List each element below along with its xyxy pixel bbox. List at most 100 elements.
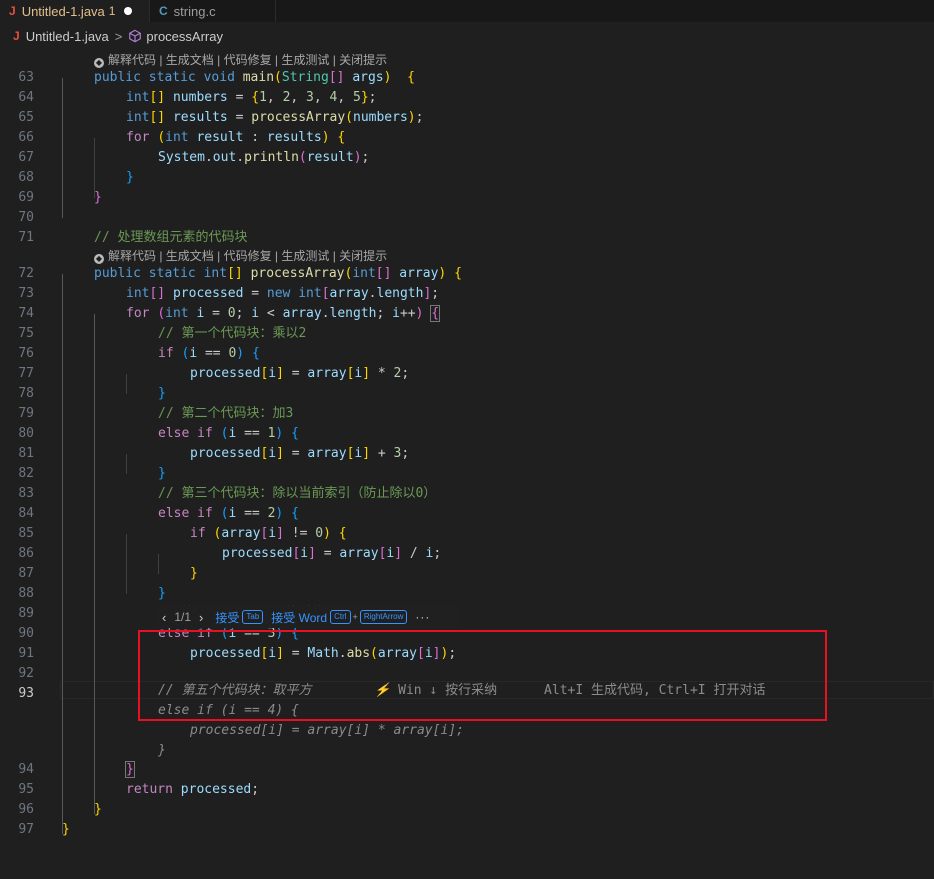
code-line[interactable]: int[] processed = new int[array.length]; xyxy=(126,284,439,304)
code-token: i xyxy=(268,526,277,541)
line-number: 72 xyxy=(18,266,34,281)
code-token: . xyxy=(204,150,213,165)
code-line[interactable]: return processed; xyxy=(126,780,259,800)
code-token: } xyxy=(126,170,134,185)
code-line[interactable]: } xyxy=(158,384,166,404)
code-token: processed xyxy=(165,286,244,301)
code-token: [] xyxy=(227,266,243,281)
code-line[interactable]: } xyxy=(158,584,166,604)
code-token: int xyxy=(126,286,150,301)
code-line[interactable]: } xyxy=(158,464,166,484)
code-line[interactable]: System.out.println(result); xyxy=(158,148,369,168)
codelens-actions[interactable]: 解释代码 | 生成文档 | 代码修复 | 生成测试 | 关闭提示 xyxy=(108,249,387,263)
indent-guide xyxy=(94,314,95,814)
code-line[interactable]: } xyxy=(94,188,102,208)
code-line[interactable]: public static void main(String[] args) { xyxy=(94,68,415,88)
line-number: 69 xyxy=(18,190,34,205)
code-token: } xyxy=(125,761,135,778)
code-token: . xyxy=(321,306,330,321)
code-token: static xyxy=(148,70,204,85)
indent-guide xyxy=(62,78,63,218)
code-token: array xyxy=(329,286,369,301)
codelens-processarray[interactable]: ◆ 解释代码 | 生成文档 | 代码修复 | 生成测试 | 关闭提示 xyxy=(94,248,387,264)
code-token: + xyxy=(370,446,394,461)
code-token: ] xyxy=(308,546,316,561)
code-token: . xyxy=(236,150,245,165)
line-number: 74 xyxy=(18,306,34,321)
code-line[interactable]: } xyxy=(190,564,198,584)
code-token: } xyxy=(94,802,102,817)
code-token: ( xyxy=(345,110,353,125)
code-line[interactable]: int[] numbers = {1, 2, 3, 4, 5}; xyxy=(126,88,377,108)
code-token: ] xyxy=(362,366,371,381)
line-number: 75 xyxy=(18,326,34,341)
chevron-right-icon[interactable]: › xyxy=(195,610,207,625)
code-token: i xyxy=(392,306,400,321)
code-token: for xyxy=(126,130,158,145)
code-token: , xyxy=(266,90,283,105)
more-actions-icon[interactable]: ··· xyxy=(415,610,430,624)
code-token: , xyxy=(313,90,330,105)
code-line[interactable]: } xyxy=(125,760,135,780)
code-line[interactable]: // 第三个代码块：除以当前索引（防止除以0） xyxy=(158,484,436,504)
chevron-left-icon[interactable]: ‹ xyxy=(158,610,170,625)
code-line[interactable]: if (array[i] != 0) { xyxy=(190,524,347,544)
line-number: 85 xyxy=(18,526,34,541)
code-token: [] xyxy=(149,286,166,301)
code-token: * xyxy=(370,366,394,381)
code-line[interactable]: if (i == 0) { xyxy=(158,344,260,364)
code-token: array xyxy=(307,366,347,381)
code-line[interactable]: } xyxy=(94,800,102,820)
code-line[interactable]: processed[i] = array[i] + 3; xyxy=(190,444,409,464)
code-token: } xyxy=(94,190,102,205)
breadcrumb-symbol[interactable]: processArray xyxy=(146,29,223,44)
code-token: 3 xyxy=(306,90,314,105)
code-token: length xyxy=(329,306,377,321)
code-token: ; xyxy=(401,446,410,461)
code-line[interactable]: processed[i] = array[i] / i; xyxy=(222,544,441,564)
unsaved-dot-icon[interactable] xyxy=(124,7,133,15)
breadcrumb-file[interactable]: Untitled-1.java xyxy=(26,29,109,44)
accept-button[interactable]: 接受 xyxy=(215,609,239,626)
codelens-actions[interactable]: 解释代码 | 生成文档 | 代码修复 | 生成测试 | 关闭提示 xyxy=(108,53,387,67)
line-number: 87 xyxy=(18,566,34,581)
tab-untitled-java[interactable]: J Untitled-1.java 1 xyxy=(0,0,150,22)
code-token: System xyxy=(158,150,205,165)
code-line[interactable]: // 处理数组元素的代码块 xyxy=(94,228,247,248)
code-token: 0 xyxy=(315,526,324,541)
code-token: 5 xyxy=(353,90,361,105)
code-line[interactable]: for (int i = 0; i < array.length; i++) { xyxy=(126,304,441,324)
code-line[interactable]: for (int result : results) { xyxy=(126,128,345,148)
indent-guide xyxy=(126,374,127,394)
code-token: for xyxy=(126,306,158,321)
code-line[interactable]: processed[i] = array[i] * 2; xyxy=(190,364,409,384)
code-line[interactable]: // 第一个代码块：乘以2 xyxy=(158,324,306,344)
code-token: ; xyxy=(251,782,260,797)
code-line[interactable]: // 第二个代码块：加3 xyxy=(158,404,293,424)
accept-word-button[interactable]: 接受 Word xyxy=(271,609,327,626)
code-line[interactable]: else if (i == 1) { xyxy=(158,424,299,444)
code-token: static xyxy=(148,266,204,281)
code-token: { xyxy=(407,70,415,85)
code-token: numbers xyxy=(353,110,408,125)
line-number: 92 xyxy=(18,666,34,681)
tab-string-c[interactable]: C string.c xyxy=(150,0,276,22)
code-line[interactable]: } xyxy=(126,168,134,188)
code-token: array xyxy=(282,306,322,321)
line-number: 79 xyxy=(18,406,34,421)
code-line[interactable]: else if (i == 2) { xyxy=(158,504,299,524)
code-token: ( xyxy=(298,150,307,165)
code-line[interactable]: public static int[] processArray(int[] a… xyxy=(94,264,462,284)
code-token: if xyxy=(158,346,182,361)
code-token: == xyxy=(236,506,268,521)
code-line[interactable]: } xyxy=(62,820,70,840)
code-token: ) xyxy=(321,130,330,145)
code-token: { xyxy=(291,426,299,441)
codelens-main[interactable]: ◆ 解释代码 | 生成文档 | 代码修复 | 生成测试 | 关闭提示 xyxy=(94,52,387,68)
code-editor[interactable]: ◆ 解释代码 | 生成文档 | 代码修复 | 生成测试 | 关闭提示 ◆ 解释代码 … xyxy=(0,48,934,879)
code-token: args xyxy=(344,70,384,85)
code-line[interactable]: int[] results = processArray(numbers); xyxy=(126,108,423,128)
ctrl-key-chip: Ctrl xyxy=(330,610,351,624)
